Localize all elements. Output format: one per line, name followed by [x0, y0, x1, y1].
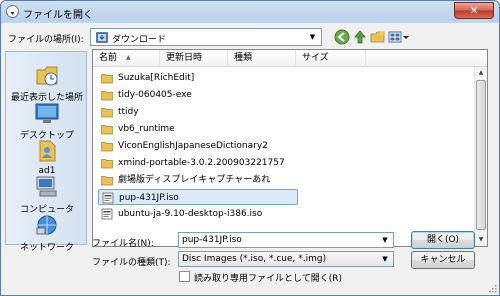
- column-label: 種類: [234, 53, 253, 63]
- filetype-label: ファイルの種類(T):: [92, 258, 171, 268]
- chevron-down-icon[interactable]: ▼: [378, 252, 392, 266]
- sort-up-icon: ▲: [126, 54, 131, 61]
- file-name: ubuntu-ja-9.10-desktop-i386.iso: [118, 209, 263, 219]
- network-icon: [36, 215, 57, 235]
- chevron-down-icon[interactable]: ▼: [378, 233, 392, 247]
- view-menu-icon[interactable]: [388, 29, 410, 45]
- list-item[interactable]: 劇場版ディスプレイキャプチャーあれ: [98, 172, 318, 188]
- filename-value: pup-431JP.iso: [182, 235, 242, 245]
- cancel-button[interactable]: キャンセル: [411, 251, 475, 269]
- place-recent[interactable]: 最近表示した場所: [6, 62, 88, 103]
- filename-input[interactable]: pup-431JP.iso ▼: [178, 232, 394, 248]
- window-title: ファイルを開く: [23, 10, 93, 21]
- new-folder-icon[interactable]: [370, 29, 386, 45]
- list-item[interactable]: Suzuka[RichEdit]: [98, 70, 318, 86]
- file-name: Suzuka[RichEdit]: [118, 73, 195, 83]
- app-icon: [6, 5, 19, 18]
- column-header: 名前 ▲ 更新日時 種類 サイズ: [93, 50, 487, 67]
- place-desktop[interactable]: デスクトップ: [6, 100, 88, 141]
- scroll-up-icon[interactable]: ▲: [475, 67, 487, 79]
- column-size[interactable]: サイズ: [296, 50, 366, 67]
- scroll-thumb[interactable]: [476, 80, 486, 230]
- resize-grip-icon[interactable]: [487, 283, 497, 293]
- open-file-dialog: ファイルを開く ✕ ファイルの場所(I): ダウンロード ▼ 最近表示した場所 …: [0, 0, 500, 296]
- recent-places-icon: [36, 66, 58, 86]
- readonly-checkbox[interactable]: [179, 271, 190, 282]
- filename-label: ファイル名(N):: [92, 239, 154, 249]
- file-name: 劇場版ディスプレイキャプチャーあれ: [118, 175, 271, 185]
- dialog-body: ファイルの場所(I): ダウンロード ▼ 最近表示した場所 デスクトップ ad1…: [1, 23, 499, 295]
- close-button[interactable]: ✕: [454, 2, 494, 19]
- readonly-label[interactable]: 読み取り専用ファイルとして開く(R): [194, 271, 342, 284]
- column-date[interactable]: 更新日時: [160, 50, 228, 67]
- place-computer[interactable]: コンピュータ: [6, 174, 88, 215]
- scroll-down-icon[interactable]: ▼: [475, 234, 487, 246]
- open-button[interactable]: 開く(O): [411, 231, 475, 249]
- disc-image-icon: [101, 208, 113, 220]
- look-in-combobox[interactable]: ダウンロード ▼: [90, 28, 322, 46]
- folder-icon: [101, 108, 113, 118]
- disc-image-icon: [102, 192, 114, 204]
- look-in-value: ダウンロード: [112, 35, 167, 45]
- file-name: xmind-portable-3.0.2.200903221757: [118, 158, 285, 168]
- list-item[interactable]: ubuntu-ja-9.10-desktop-i386.iso: [98, 206, 318, 222]
- places-bar: 最近表示した場所 デスクトップ ad1 コンピュータ ネットワーク: [5, 51, 88, 253]
- list-item[interactable]: ViconEnglishJapaneseDictionary2: [98, 138, 318, 154]
- up-folder-icon[interactable]: [352, 29, 368, 45]
- folder-icon: [101, 159, 113, 169]
- column-label: 名前: [99, 53, 118, 63]
- list-item[interactable]: vb6_runtime: [98, 121, 318, 137]
- desktop-icon: [35, 103, 59, 123]
- back-icon[interactable]: [334, 29, 350, 45]
- computer-icon: [36, 176, 57, 197]
- chevron-down-icon[interactable]: ▼: [305, 30, 320, 44]
- file-name: tidy-060405-exe: [118, 90, 192, 100]
- filetype-value: Disc Images (*.iso, *.cue, *.img): [182, 254, 327, 264]
- column-type[interactable]: 種類: [228, 50, 296, 67]
- look-in-label: ファイルの場所(I):: [8, 35, 84, 45]
- column-label: サイズ: [302, 53, 329, 63]
- file-name: ViconEnglishJapaneseDictionary2: [118, 141, 268, 151]
- file-name: pup-431JP.iso: [119, 193, 179, 203]
- file-name: ttidy: [118, 107, 139, 117]
- folder-icon: [101, 91, 113, 101]
- place-user[interactable]: ad1: [6, 138, 88, 176]
- filetype-select[interactable]: Disc Images (*.iso, *.cue, *.img) ▼: [178, 251, 394, 267]
- folder-icon: [101, 125, 113, 135]
- user-folder-icon: [39, 140, 56, 162]
- folder-icon: [101, 176, 113, 186]
- list-item[interactable]: tidy-060405-exe: [98, 87, 318, 103]
- file-name: vb6_runtime: [118, 124, 175, 134]
- list-item-selected[interactable]: pup-431JP.iso: [98, 189, 298, 205]
- vertical-scrollbar[interactable]: ▲ ▼: [474, 67, 487, 246]
- folder-icon: [101, 142, 113, 152]
- folder-icon: [101, 74, 113, 84]
- file-list[interactable]: 名前 ▲ 更新日時 種類 サイズ Suzuka[RichEdit] tidy-0…: [92, 49, 488, 247]
- place-network[interactable]: ネットワーク: [6, 212, 88, 253]
- list-item[interactable]: xmind-portable-3.0.2.200903221757: [98, 155, 318, 171]
- list-item[interactable]: ttidy: [98, 104, 318, 120]
- place-label: ネットワーク: [19, 243, 74, 253]
- downloads-folder-icon: [96, 32, 108, 43]
- title-bar[interactable]: ファイルを開く ✕: [1, 1, 499, 23]
- column-name[interactable]: 名前 ▲: [93, 50, 160, 67]
- column-label: 更新日時: [166, 53, 203, 63]
